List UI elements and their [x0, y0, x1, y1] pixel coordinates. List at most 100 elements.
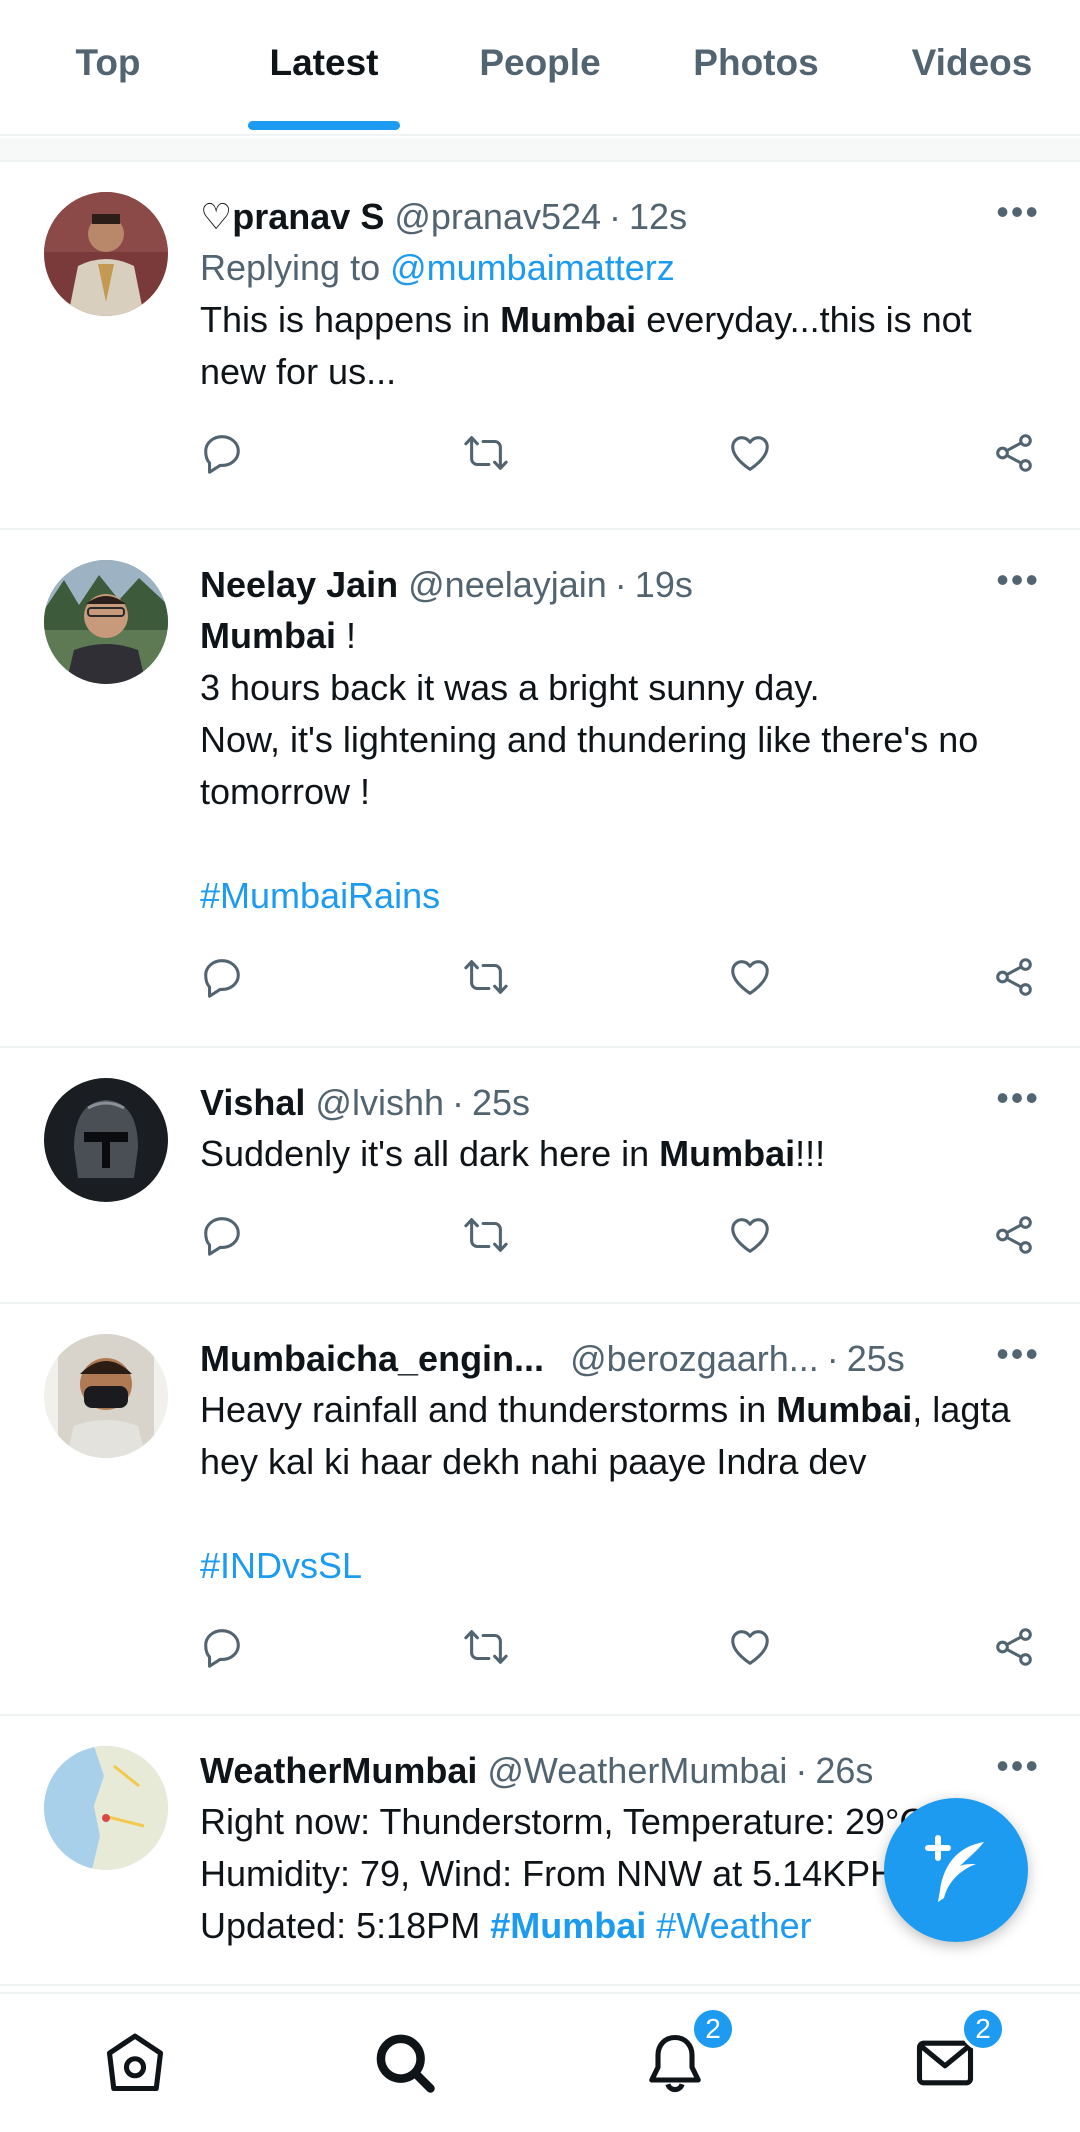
- separator-dot: ·: [614, 564, 627, 605]
- text-segment: Updated: 5:18PM: [200, 1905, 491, 1946]
- tweet-text: Heavy rainfall and thunderstorms in Mumb…: [200, 1384, 1038, 1592]
- tweet-text: Suddenly it's all dark here in Mumbai!!!: [200, 1128, 1038, 1180]
- timestamp[interactable]: 25s: [472, 1078, 530, 1128]
- user-handle[interactable]: @pranav524: [394, 192, 601, 242]
- retweet-icon[interactable]: [462, 1623, 510, 1671]
- text-segment: !!!: [795, 1133, 826, 1174]
- display-name[interactable]: Vishal: [200, 1078, 305, 1128]
- home-icon: [106, 2033, 164, 2092]
- search-tabs: Top Latest People Photos Videos: [0, 0, 1080, 136]
- highlighted-term: Mumbai: [659, 1133, 796, 1174]
- tweet-actions: [198, 398, 1038, 508]
- timestamp[interactable]: 26s: [815, 1746, 873, 1796]
- tweet-header: Mumbaicha_engin... @berozgaarh... · 25s: [200, 1334, 1038, 1384]
- share-icon[interactable]: [990, 429, 1038, 477]
- more-options-icon[interactable]: •••: [996, 560, 1040, 600]
- like-icon[interactable]: [726, 953, 774, 1001]
- text-segment: This is happens in: [200, 299, 501, 340]
- reply-icon[interactable]: [198, 953, 246, 1001]
- share-icon[interactable]: [990, 953, 1038, 1001]
- tab-photos[interactable]: Photos: [648, 0, 864, 134]
- tab-label: People: [479, 42, 601, 83]
- retweet-icon[interactable]: [462, 953, 510, 1001]
- display-name[interactable]: ♡pranav S: [200, 192, 384, 242]
- tweet-actions: [198, 1592, 1038, 1702]
- hashtag-link[interactable]: #INDvsSL: [200, 1540, 1038, 1592]
- avatar[interactable]: [44, 560, 168, 684]
- separator-dot: ·: [609, 196, 622, 237]
- tweet-header: WeatherMumbai @WeatherMumbai · 26s: [200, 1746, 1038, 1796]
- notifications-badge: 2: [691, 2007, 735, 2051]
- tweet-text: This is happens in Mumbai everyday...thi…: [200, 294, 1038, 398]
- like-icon[interactable]: [726, 429, 774, 477]
- tweet[interactable]: ♡pranav S @pranav524 · 12s ••• Replying …: [0, 162, 1080, 530]
- share-icon[interactable]: [990, 1211, 1038, 1259]
- more-options-icon[interactable]: •••: [996, 1078, 1040, 1118]
- display-name[interactable]: Neelay Jain: [200, 560, 398, 610]
- separator-dot: ·: [452, 1082, 464, 1123]
- nav-home[interactable]: [95, 2023, 175, 2103]
- text-line: 3 hours back it was a bright sunny day.: [200, 667, 820, 708]
- reply-icon[interactable]: [198, 429, 246, 477]
- tab-people[interactable]: People: [432, 0, 648, 134]
- user-handle[interactable]: @neelayjain: [408, 560, 607, 610]
- tab-latest[interactable]: Latest: [216, 0, 432, 134]
- more-options-icon[interactable]: •••: [996, 192, 1040, 232]
- nav-search[interactable]: [365, 2023, 445, 2103]
- tweet-feed: ♡pranav S @pranav524 · 12s ••• Replying …: [0, 162, 1080, 1986]
- tab-videos[interactable]: Videos: [864, 0, 1080, 134]
- tweet[interactable]: Vishal @lvishh · 25s ••• Suddenly it's a…: [0, 1048, 1080, 1304]
- like-icon[interactable]: [726, 1623, 774, 1671]
- display-name[interactable]: WeatherMumbai: [200, 1746, 477, 1796]
- reply-icon[interactable]: [198, 1211, 246, 1259]
- tab-label: Top: [75, 42, 141, 83]
- replying-to: Replying to @mumbaimatterz: [200, 242, 1038, 294]
- nav-messages[interactable]: 2: [905, 2007, 1005, 2103]
- separator-dot: ·: [826, 1338, 839, 1379]
- tweet-actions: [198, 922, 1038, 1032]
- tweet-text: Mumbai ! 3 hours back it was a bright su…: [200, 610, 1038, 922]
- tab-label: Latest: [269, 42, 379, 83]
- compose-tweet-icon: [925, 1835, 984, 1902]
- user-handle[interactable]: @lvishh: [315, 1078, 444, 1128]
- active-tab-indicator: [248, 121, 400, 130]
- retweet-icon[interactable]: [462, 429, 510, 477]
- avatar[interactable]: [44, 1078, 168, 1202]
- bottom-navigation: 2 2: [0, 1992, 1080, 2132]
- like-icon[interactable]: [726, 1211, 774, 1259]
- hashtag-link[interactable]: #MumbaiRains: [200, 870, 1038, 922]
- reply-mention-link[interactable]: @mumbaimatterz: [390, 247, 675, 288]
- compose-tweet-button[interactable]: [884, 1798, 1028, 1942]
- tab-label: Photos: [693, 42, 819, 83]
- tweet-header: ♡pranav S @pranav524 · 12s: [200, 192, 1038, 242]
- tabs-divider: [0, 138, 1080, 162]
- avatar[interactable]: [44, 192, 168, 316]
- reply-prefix: Replying to: [200, 247, 381, 288]
- search-icon: [376, 2034, 435, 2093]
- more-options-icon[interactable]: •••: [996, 1746, 1040, 1786]
- hashtag-link[interactable]: #Weather: [656, 1905, 811, 1946]
- reply-icon[interactable]: [198, 1623, 246, 1671]
- more-options-icon[interactable]: •••: [996, 1334, 1040, 1374]
- timestamp[interactable]: 12s: [629, 192, 687, 242]
- tweet-header: Neelay Jain @neelayjain · 19s: [200, 560, 1038, 610]
- tab-top[interactable]: Top: [0, 0, 216, 134]
- timestamp[interactable]: 25s: [847, 1334, 905, 1384]
- timestamp[interactable]: 19s: [635, 560, 693, 610]
- tweet[interactable]: Neelay Jain @neelayjain · 19s ••• Mumbai…: [0, 530, 1080, 1048]
- highlighted-term: Mumbai: [500, 299, 637, 340]
- text-segment: Suddenly it's all dark here in: [200, 1133, 660, 1174]
- tweet[interactable]: Mumbaicha_engin... @berozgaarh... · 25s …: [0, 1304, 1080, 1716]
- avatar[interactable]: [44, 1334, 168, 1458]
- avatar[interactable]: [44, 1746, 168, 1870]
- display-name[interactable]: Mumbaicha_engin...: [200, 1334, 544, 1384]
- text-segment: !: [336, 615, 357, 656]
- share-icon[interactable]: [990, 1623, 1038, 1671]
- user-handle[interactable]: @WeatherMumbai: [487, 1746, 787, 1796]
- user-handle[interactable]: @berozgaarh...: [570, 1334, 819, 1384]
- hashtag-link[interactable]: #Mumbai: [490, 1905, 646, 1946]
- nav-notifications[interactable]: 2: [635, 2007, 735, 2103]
- retweet-icon[interactable]: [462, 1211, 510, 1259]
